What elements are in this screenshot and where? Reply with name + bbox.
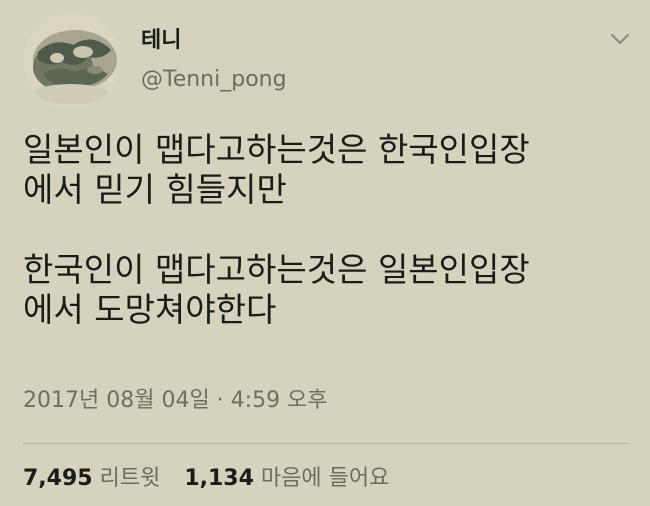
tweet-stats: 7,495 리트윗 1,134 마음에 들어요: [23, 466, 389, 492]
divider: [23, 443, 629, 444]
retweet-label: 리트윗: [99, 466, 161, 491]
display-name[interactable]: 테니: [141, 28, 181, 54]
retweet-stat[interactable]: 7,495 리트윗: [23, 466, 160, 491]
tweet-paragraph: 일본인이 맵다고하는것은 한국인입장 에서 믿기 힘들지만: [23, 130, 530, 209]
avatar[interactable]: [23, 12, 120, 109]
like-label: 마음에 들어요: [260, 466, 390, 491]
chevron-down-icon[interactable]: [609, 31, 631, 47]
tweet-paragraph: 한국인이 맵다고하는것은 일본인입장 에서 도망쳐야한다: [23, 250, 530, 329]
timestamp[interactable]: 2017년 08월 04일 · 4:59 오후: [23, 388, 328, 414]
like-count: 1,134: [184, 466, 254, 491]
tweet-text: 일본인이 맵다고하는것은 한국인입장 에서 믿기 힘들지만 한국인이 맵다고하는…: [23, 130, 635, 330]
user-handle[interactable]: @Tenni_pong: [141, 67, 287, 93]
like-stat[interactable]: 1,134 마음에 들어요: [184, 466, 389, 491]
retweet-count: 7,495: [23, 466, 93, 491]
